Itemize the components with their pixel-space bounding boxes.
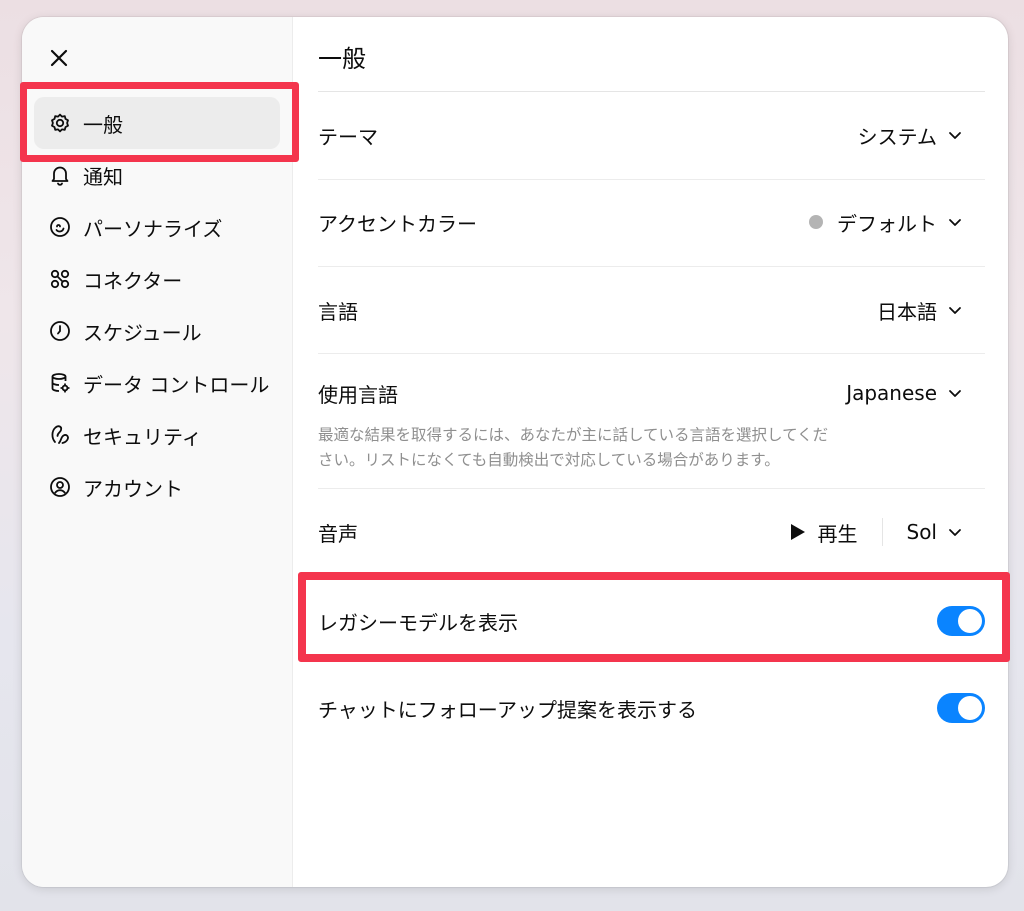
voice-row: 音声 再生 Sol bbox=[318, 510, 985, 554]
sidebar-item-personalize[interactable]: パーソナライズ bbox=[34, 201, 280, 253]
security-icon bbox=[47, 422, 73, 448]
sidebar-item-label: セキュリティ bbox=[83, 424, 202, 449]
database-icon bbox=[47, 370, 73, 396]
voice-dropdown[interactable]: Sol bbox=[907, 520, 986, 544]
sidebar-item-label: 一般 bbox=[83, 112, 123, 137]
accent-color-swatch bbox=[809, 215, 823, 229]
follow-up-toggle[interactable] bbox=[937, 693, 985, 723]
sidebar-item-connectors[interactable]: コネクター bbox=[34, 253, 280, 305]
chevron-down-icon bbox=[949, 529, 961, 536]
spoken-language-dropdown[interactable]: Japanese bbox=[846, 381, 985, 405]
close-icon bbox=[50, 49, 68, 67]
spoken-language-value: Japanese bbox=[846, 381, 937, 405]
toggle-knob bbox=[958, 696, 982, 720]
accent-color-label: アクセントカラー bbox=[318, 211, 477, 236]
sidebar-item-account[interactable]: アカウント bbox=[34, 461, 280, 513]
play-label: 再生 bbox=[817, 521, 858, 546]
settings-content: 一般 テーマ システム アクセントカラー デフォルト 言語 日本語 使用言語 J… bbox=[318, 17, 985, 887]
chevron-down-icon bbox=[949, 390, 961, 397]
sidebar-item-label: アカウント bbox=[83, 476, 183, 501]
close-button[interactable] bbox=[46, 45, 72, 71]
divider bbox=[318, 488, 985, 489]
spoken-language-help: 最適な結果を取得するには、あなたが主に話している言語を選択してくだ さい。リスト… bbox=[318, 423, 918, 473]
personalize-icon bbox=[47, 214, 73, 240]
theme-value: システム bbox=[857, 124, 937, 149]
divider bbox=[318, 353, 985, 354]
language-value: 日本語 bbox=[877, 299, 937, 324]
gear-icon bbox=[47, 110, 73, 136]
sidebar-item-label: コネクター bbox=[83, 268, 183, 293]
divider bbox=[881, 518, 883, 546]
language-row: 言語 日本語 bbox=[318, 288, 985, 332]
accent-color-row: アクセントカラー デフォルト bbox=[318, 200, 985, 244]
sidebar-item-label: 通知 bbox=[83, 164, 123, 189]
sidebar-item-schedule[interactable]: スケジュール bbox=[34, 305, 280, 357]
theme-dropdown[interactable]: システム bbox=[858, 121, 985, 150]
legacy-models-toggle[interactable] bbox=[937, 606, 985, 636]
sidebar-item-general[interactable]: 一般 bbox=[34, 97, 280, 149]
theme-row: テーマ システム bbox=[318, 113, 985, 157]
sidebar-item-data-controls[interactable]: データ コントロール bbox=[34, 357, 280, 409]
help-text-line: 最適な結果を取得するには、あなたが主に話している言語を選択してくだ bbox=[318, 426, 829, 444]
chevron-down-icon bbox=[949, 219, 961, 226]
page-title: 一般 bbox=[318, 45, 366, 73]
accent-color-value: デフォルト bbox=[837, 211, 937, 236]
spoken-language-label: 使用言語 bbox=[318, 382, 398, 407]
account-icon bbox=[47, 474, 73, 500]
chevron-down-icon bbox=[949, 307, 961, 314]
divider bbox=[318, 266, 985, 267]
theme-label: テーマ bbox=[318, 124, 378, 149]
language-label: 言語 bbox=[318, 299, 358, 324]
play-voice-button[interactable]: 再生 bbox=[790, 518, 882, 547]
chevron-down-icon bbox=[949, 132, 961, 139]
accent-color-dropdown[interactable]: デフォルト bbox=[809, 208, 985, 237]
follow-up-label: チャットにフォローアップ提案を表示する bbox=[318, 697, 697, 722]
toggle-knob bbox=[958, 609, 982, 633]
clock-icon bbox=[47, 318, 73, 344]
legacy-models-row: レガシーモデルを表示 bbox=[318, 599, 985, 643]
sidebar-item-label: パーソナライズ bbox=[83, 216, 223, 241]
sidebar-item-label: データ コントロール bbox=[83, 372, 270, 397]
legacy-models-label: レガシーモデルを表示 bbox=[318, 610, 518, 635]
voice-label: 音声 bbox=[318, 521, 358, 546]
sidebar-item-notifications[interactable]: 通知 bbox=[34, 149, 280, 201]
spoken-language-row: 使用言語 Japanese bbox=[318, 371, 985, 415]
voice-value: Sol bbox=[906, 520, 938, 544]
bell-icon bbox=[47, 162, 73, 188]
settings-dialog: 一般 通知 パーソナライズ コネクター スケジュール データ コントロール セキ… bbox=[22, 17, 1008, 887]
follow-up-row: チャットにフォローアップ提案を表示する bbox=[318, 686, 985, 730]
language-dropdown[interactable]: 日本語 bbox=[877, 296, 985, 325]
sidebar-item-label: スケジュール bbox=[83, 320, 202, 345]
connectors-icon bbox=[47, 266, 73, 292]
settings-sidebar: 一般 通知 パーソナライズ コネクター スケジュール データ コントロール セキ… bbox=[22, 17, 293, 887]
voice-controls: 再生 Sol bbox=[790, 518, 986, 547]
divider bbox=[318, 179, 985, 180]
settings-nav: 一般 通知 パーソナライズ コネクター スケジュール データ コントロール セキ… bbox=[22, 97, 292, 513]
sidebar-item-security[interactable]: セキュリティ bbox=[34, 409, 280, 461]
help-text-line: さい。リストになくても自動検出で対応している場合があります。 bbox=[318, 451, 780, 469]
divider bbox=[318, 91, 985, 92]
play-icon bbox=[790, 524, 805, 540]
